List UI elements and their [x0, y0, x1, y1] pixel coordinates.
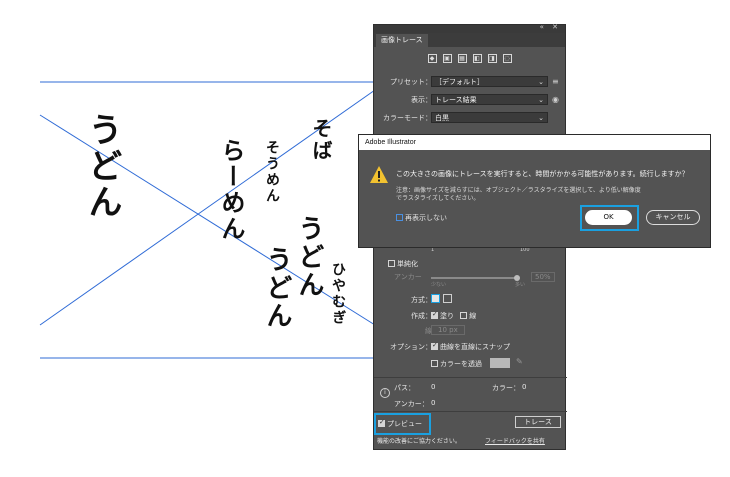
- panel-tabbar: 画像トレース: [374, 33, 565, 47]
- colors-label: カラー：: [492, 384, 520, 392]
- ok-button[interactable]: OK: [585, 210, 632, 225]
- dialog-message: この大きさの画像にトレースを実行すると、時間がかかる可能性があります。続行します…: [396, 170, 689, 178]
- mode-label: カラーモード：: [383, 114, 432, 122]
- preset-value: ［デフォルト］: [435, 78, 484, 86]
- view-value: トレース結果: [435, 96, 477, 104]
- simplify-row: 単純化: [374, 257, 567, 271]
- transparent-checkbox[interactable]: [431, 359, 438, 367]
- calligraphy-udon-3: うどん: [294, 215, 324, 299]
- calligraphy-soba: そば: [309, 118, 333, 162]
- color-swatch[interactable]: [490, 358, 510, 368]
- divider: [374, 411, 567, 412]
- paths-value: 0: [431, 383, 436, 391]
- method-row: 方式：: [374, 293, 567, 307]
- method-label: 方式：: [411, 296, 432, 304]
- preset-label: プリセット：: [390, 78, 432, 86]
- dialog-note-line-2: でラスタライズしてください。: [396, 195, 480, 202]
- simplify-checkbox[interactable]: [388, 259, 395, 267]
- options-label: オプション：: [390, 343, 432, 351]
- tab-image-trace[interactable]: 画像トレース: [376, 34, 428, 47]
- calligraphy-somen: そうめん: [264, 140, 280, 204]
- dialog-title: Adobe Illustrator: [359, 135, 710, 150]
- simplify-label: 単純化: [397, 260, 418, 268]
- preview-highlight: [374, 413, 431, 435]
- calligraphy-udon-1: うどん: [82, 112, 122, 220]
- transparent-label: カラーを透過: [440, 360, 482, 368]
- view-row: 表示： トレース結果 ⌄ ◉: [374, 93, 567, 107]
- stroke-checkbox[interactable]: [460, 311, 468, 319]
- chevron-down-icon: ⌄: [538, 78, 544, 86]
- high-color-icon[interactable]: ▣: [442, 53, 452, 63]
- anchor-high: 多い: [515, 282, 526, 288]
- outline-icon[interactable]: ◌: [502, 53, 512, 63]
- transparent-row: カラーを透過 ✎: [374, 357, 567, 371]
- feedback-link[interactable]: フィードバックを共有: [485, 436, 545, 445]
- preset-row: プリセット： ［デフォルト］ ⌄ ≡: [374, 75, 567, 89]
- create-label: 作成：: [411, 312, 432, 320]
- preset-select[interactable]: ［デフォルト］ ⌄: [431, 76, 548, 87]
- paths-label: パス：: [394, 384, 415, 392]
- abutting-method-icon[interactable]: [431, 294, 440, 303]
- chevron-down-icon: ⌄: [538, 96, 544, 104]
- dont-show-label: 再表示しない: [405, 214, 447, 222]
- mode-value: 白黒: [435, 114, 449, 122]
- info-icon: i: [380, 388, 390, 398]
- create-row: 作成： 塗り 線: [374, 309, 567, 323]
- eye-icon[interactable]: ◉: [552, 95, 559, 104]
- preset-icons: ◆ ▣ ▦ ◧ ◨ ◌: [374, 47, 565, 69]
- snap-checkbox[interactable]: [431, 341, 438, 350]
- dont-show-row: 再表示しない: [396, 213, 447, 223]
- alert-dialog: Adobe Illustrator この大きさの画像にトレースを実行すると、時間…: [358, 134, 711, 248]
- cancel-button[interactable]: キャンセル: [646, 210, 700, 225]
- chevron-down-icon: ⌄: [538, 114, 544, 122]
- grayscale-icon[interactable]: ◧: [472, 53, 482, 63]
- black-white-icon[interactable]: ◨: [487, 53, 497, 63]
- low-color-icon[interactable]: ▦: [457, 53, 467, 63]
- anchors-label: アンカー：: [394, 400, 429, 408]
- overlapping-method-icon[interactable]: [443, 294, 452, 303]
- anchor-low: 少ない: [431, 282, 447, 288]
- list-icon[interactable]: ≡: [552, 77, 559, 86]
- colors-value: 0: [522, 383, 527, 391]
- anchor-slider[interactable]: [431, 277, 515, 279]
- panel-controls[interactable]: « ✕: [540, 23, 561, 31]
- stroke-width-field[interactable]: 10 px: [431, 325, 465, 335]
- anchors-value: 0: [431, 399, 436, 407]
- panel-topbar: « ✕: [374, 23, 565, 33]
- view-label: 表示：: [411, 96, 432, 104]
- mode-select[interactable]: 白黒 ⌄: [431, 112, 548, 123]
- divider: [374, 377, 567, 378]
- calligraphy-ramen: らーめん: [217, 138, 246, 242]
- warning-icon: [370, 166, 388, 183]
- dont-show-checkbox[interactable]: [396, 213, 403, 221]
- calligraphy-hiyamugi: ひやむぎ: [330, 262, 346, 326]
- view-select[interactable]: トレース結果 ⌄: [431, 94, 548, 105]
- auto-color-icon[interactable]: ◆: [427, 53, 437, 63]
- feedback-text: 機能の改善にご協力ください。: [377, 438, 461, 445]
- stroke-label: 線: [469, 312, 477, 320]
- trace-button[interactable]: トレース: [515, 416, 561, 428]
- fill-label: 塗り: [440, 312, 454, 320]
- fill-checkbox[interactable]: [431, 310, 438, 319]
- snap-label: 曲線を直線にスナップ: [440, 343, 510, 351]
- options-row: オプション： 曲線を直線にスナップ: [374, 340, 567, 354]
- eyedropper-icon[interactable]: ✎: [516, 357, 523, 366]
- stroke-width-row: 線 10 px: [374, 324, 567, 338]
- mode-row: カラーモード： 白黒 ⌄: [374, 111, 567, 125]
